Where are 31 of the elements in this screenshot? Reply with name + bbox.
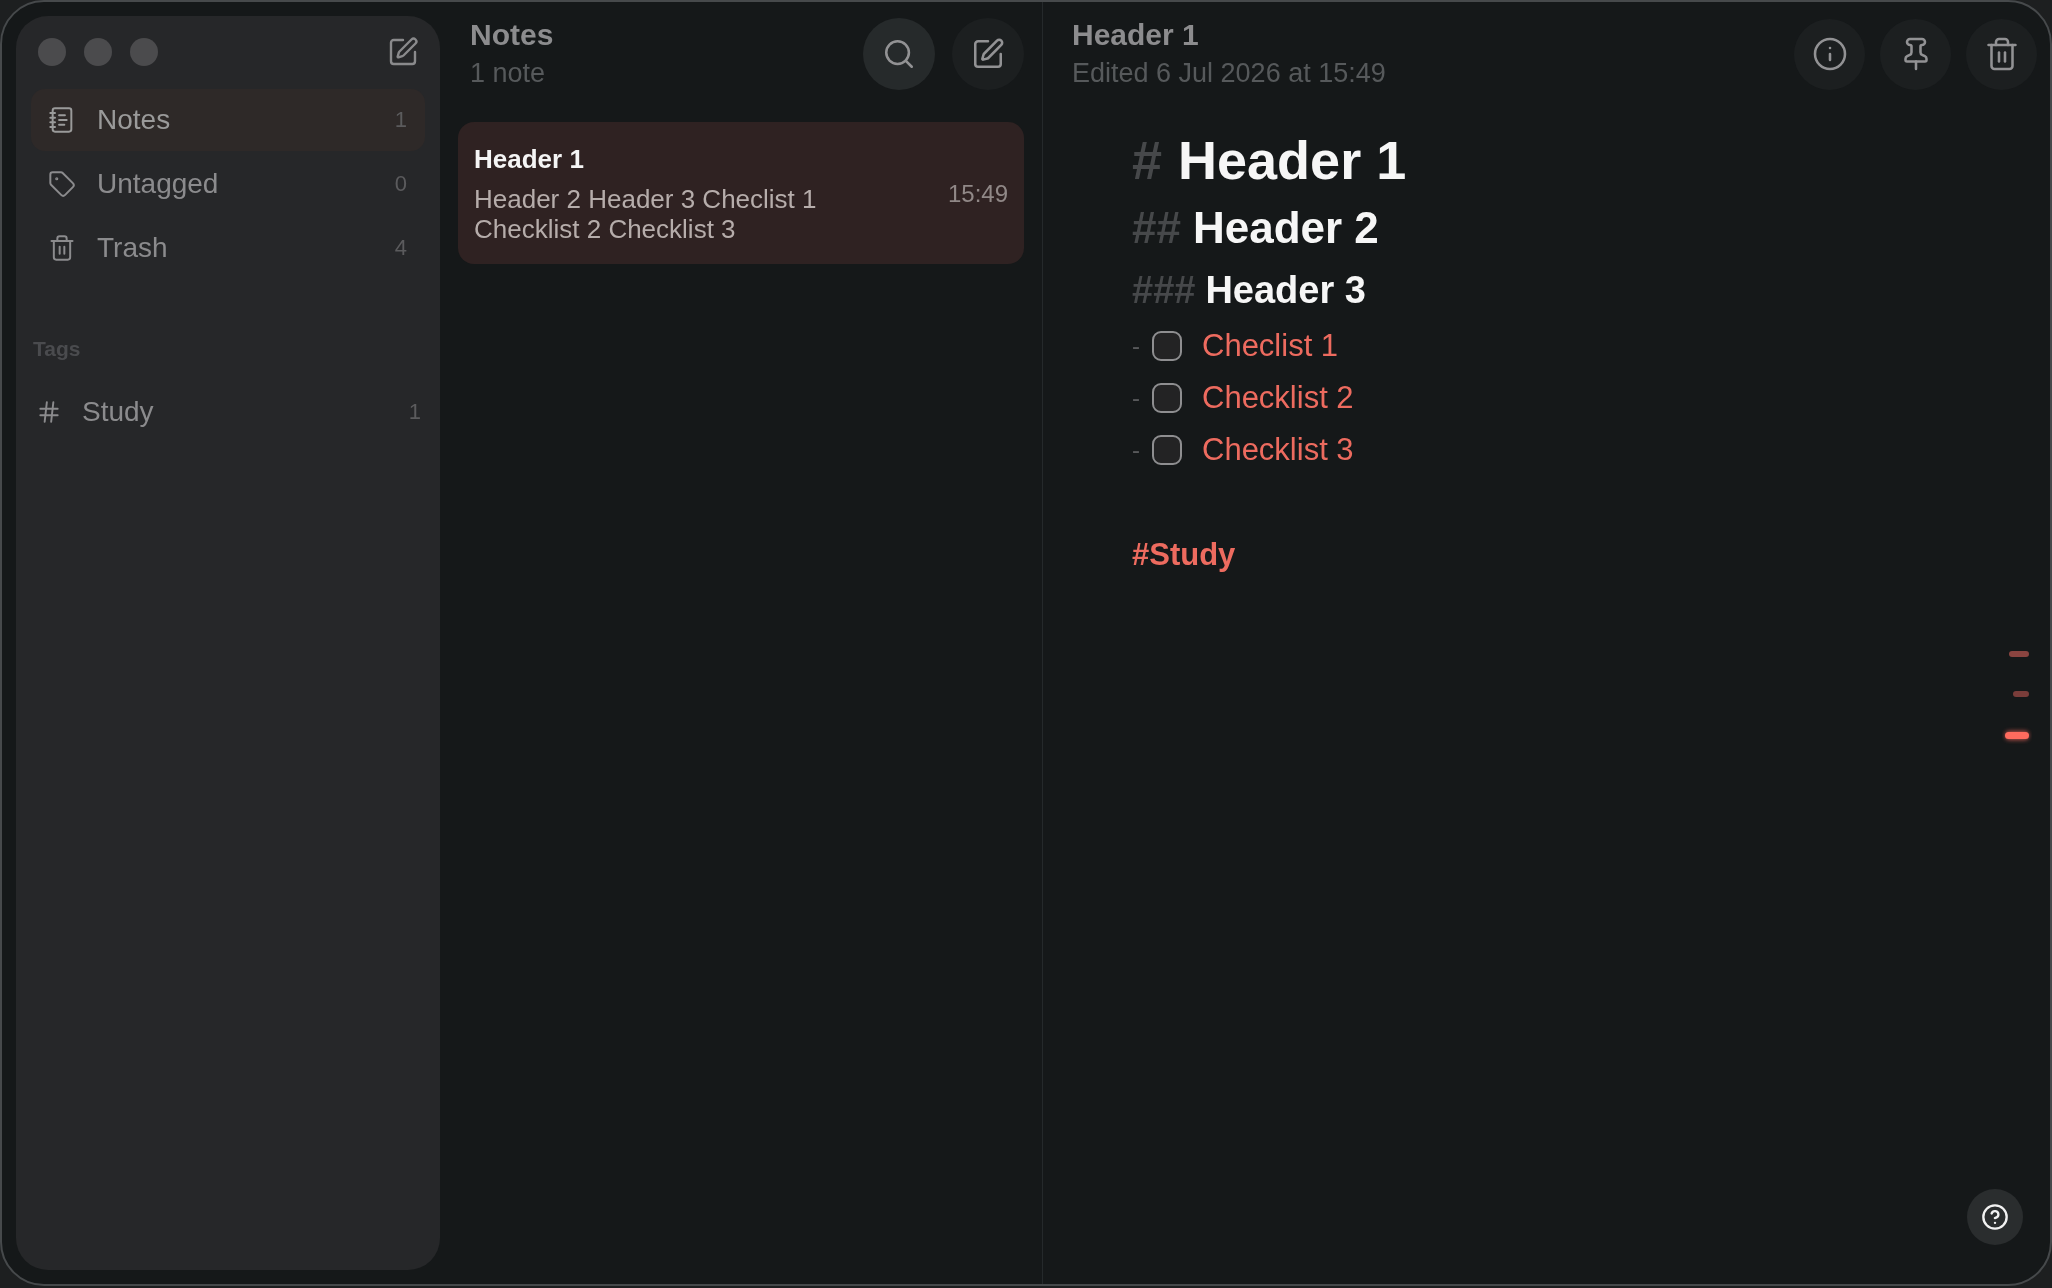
checkbox[interactable]: [1152, 434, 1182, 465]
list-title: Notes: [470, 18, 554, 52]
trash-icon: [48, 234, 76, 262]
note-tag[interactable]: #Study: [1132, 529, 1236, 581]
checklist-text: Checklist 2: [1202, 379, 1354, 416]
heading-line: # Header 1: [1132, 129, 1407, 192]
note-count: 1 note: [470, 57, 547, 90]
note-heading: Header 1: [1072, 18, 1200, 52]
note-time: 15:49: [947, 180, 1008, 208]
info-icon: [1811, 36, 1848, 72]
checkbox[interactable]: [1152, 382, 1182, 413]
checkbox[interactable]: [1152, 330, 1182, 361]
checklist-text: Checklist 3: [1202, 431, 1354, 468]
help-icon: [1981, 1203, 2009, 1231]
tag-icon: [48, 170, 76, 198]
edited-date: Edited 6 Jul 2026 at 15:49: [1072, 57, 1386, 90]
new-note-button[interactable]: [387, 36, 419, 68]
heading-line: ### Header 3: [1132, 268, 1366, 313]
help-button[interactable]: [1967, 1189, 2023, 1245]
note-card[interactable]: Header 1 Header 2 Header 3 Checlist 1 Checklist 2 Checklist 3 15:49: [458, 122, 1024, 264]
heading-line: ## Header 2: [1132, 202, 1379, 254]
note-title: Header 1: [474, 144, 585, 174]
note-preview: Header 2 Header 3 Checlist 1 Checklist 2 Checklist 3: [474, 184, 818, 244]
list-marker: -: [1132, 331, 1141, 360]
list-marker: -: [1132, 435, 1141, 464]
checklist-text: Checlist 1: [1202, 327, 1339, 364]
hash-icon: [36, 399, 62, 425]
list-marker: -: [1132, 383, 1141, 412]
compose-icon: [971, 37, 1005, 71]
compose-icon: [387, 36, 419, 68]
search-icon: [882, 37, 916, 71]
